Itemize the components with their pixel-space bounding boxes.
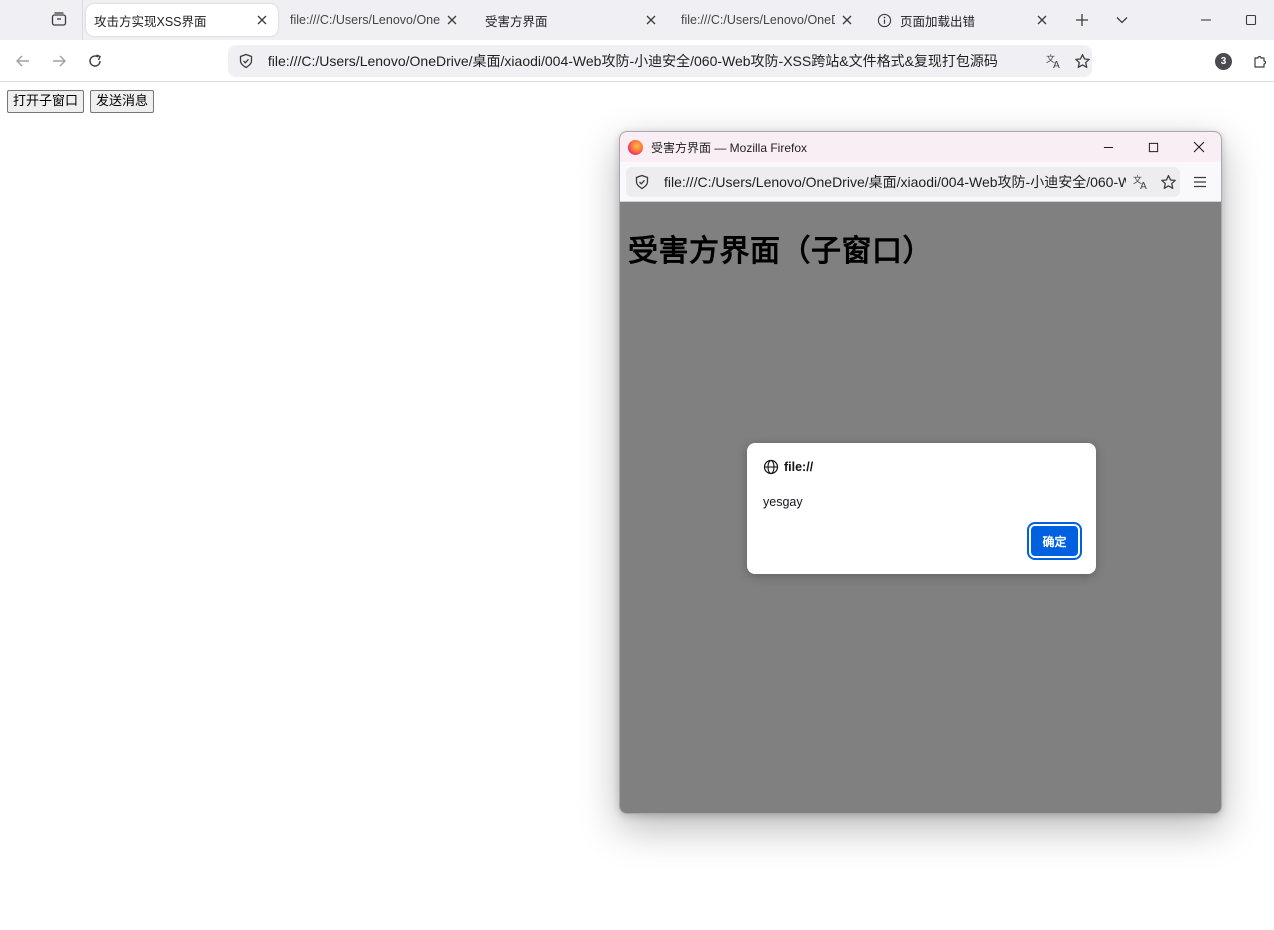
minimize-icon[interactable] bbox=[1192, 6, 1220, 34]
tab-title: 页面加载出错 bbox=[900, 14, 976, 29]
send-message-button[interactable]: 发送消息 bbox=[90, 90, 155, 113]
maximize-icon[interactable] bbox=[1237, 6, 1265, 34]
tab-title: 攻击方实现XSS界面 bbox=[94, 14, 207, 29]
close-icon[interactable] bbox=[643, 12, 659, 28]
back-arrow-icon[interactable] bbox=[9, 47, 37, 75]
navigation-bar: file:///C:/Users/Lenovo/OneDrive/桌面/xiao… bbox=[0, 40, 1274, 82]
open-child-window-button[interactable]: 打开子窗口 bbox=[7, 90, 85, 113]
tab-groups-icon[interactable] bbox=[44, 5, 74, 33]
alert-dialog: file:// yesgay 确定 bbox=[747, 443, 1096, 574]
close-icon[interactable] bbox=[254, 12, 270, 28]
info-icon bbox=[876, 12, 892, 28]
popup-titlebar[interactable]: 受害方界面 — Mozilla Firefox bbox=[620, 132, 1221, 162]
popup-address-text: file:///C:/Users/Lenovo/OneDrive/桌面/xiao… bbox=[664, 174, 1126, 190]
new-tab-icon[interactable] bbox=[1068, 6, 1096, 34]
minimize-icon[interactable] bbox=[1085, 132, 1131, 162]
translate-icon[interactable]: 文A bbox=[1132, 173, 1150, 191]
firefox-logo-icon bbox=[628, 139, 643, 155]
forward-arrow-icon[interactable] bbox=[45, 47, 73, 75]
tab-attacker[interactable]: 攻击方实现XSS界面 bbox=[86, 4, 278, 36]
popup-window-title: 受害方界面 — Mozilla Firefox bbox=[651, 140, 808, 155]
tab-load-error[interactable]: 页面加载出错 bbox=[868, 4, 1058, 36]
dialog-origin-text: file:// bbox=[784, 460, 814, 474]
extensions-count-badge[interactable]: 3 bbox=[1215, 53, 1232, 70]
address-bar[interactable]: file:///C:/Users/Lenovo/OneDrive/桌面/xiao… bbox=[228, 45, 1092, 77]
popup-address-bar[interactable]: file:///C:/Users/Lenovo/OneDrive/桌面/xiao… bbox=[626, 167, 1180, 197]
address-text: file:///C:/Users/Lenovo/OneDrive/桌面/xiao… bbox=[267, 53, 998, 69]
translate-icon[interactable]: 文A bbox=[1044, 51, 1064, 71]
victim-page-heading: 受害方界面（子窗口） bbox=[628, 234, 933, 269]
close-icon[interactable] bbox=[1034, 12, 1050, 28]
close-icon[interactable] bbox=[839, 12, 855, 28]
tab-victim[interactable]: 受害方界面 bbox=[477, 4, 667, 36]
victim-popup-window: 受害方界面 — Mozilla Firefox file:///C:/Users… bbox=[619, 131, 1222, 814]
tab-separator bbox=[82, 0, 83, 40]
globe-icon bbox=[763, 459, 779, 475]
bookmark-star-icon[interactable] bbox=[1072, 51, 1092, 71]
tab-file-2[interactable]: file:///C:/Users/Lenovo/OneDrive bbox=[673, 4, 863, 36]
dialog-message: yesgay bbox=[763, 495, 803, 509]
tab-strip: 攻击方实现XSS界面 file:///C:/Users/Lenovo/OneDr… bbox=[0, 0, 1274, 40]
close-icon[interactable] bbox=[444, 12, 460, 28]
maximize-icon[interactable] bbox=[1130, 132, 1176, 162]
popup-url-row: file:///C:/Users/Lenovo/OneDrive/桌面/xiao… bbox=[620, 162, 1221, 202]
chevron-down-icon[interactable] bbox=[1108, 6, 1136, 34]
dialog-ok-button[interactable]: 确定 bbox=[1027, 522, 1082, 560]
tab-file-1[interactable]: file:///C:/Users/Lenovo/OneDrive bbox=[282, 4, 468, 36]
tab-title: file:///C:/Users/Lenovo/OneDrive bbox=[681, 13, 835, 27]
site-info-icon[interactable] bbox=[634, 174, 650, 190]
extensions-puzzle-icon[interactable] bbox=[1246, 47, 1274, 75]
dialog-origin: file:// bbox=[763, 459, 813, 475]
reload-icon[interactable] bbox=[81, 47, 109, 75]
svg-text:A: A bbox=[1053, 60, 1060, 70]
tab-title: file:///C:/Users/Lenovo/OneDrive bbox=[290, 13, 440, 27]
site-info-icon[interactable] bbox=[236, 51, 256, 71]
svg-text:A: A bbox=[1140, 181, 1147, 191]
close-icon[interactable] bbox=[1176, 132, 1221, 162]
tab-title: 受害方界面 bbox=[485, 14, 548, 29]
bookmark-star-icon[interactable] bbox=[1160, 174, 1177, 191]
hamburger-menu-icon[interactable] bbox=[1190, 172, 1210, 192]
